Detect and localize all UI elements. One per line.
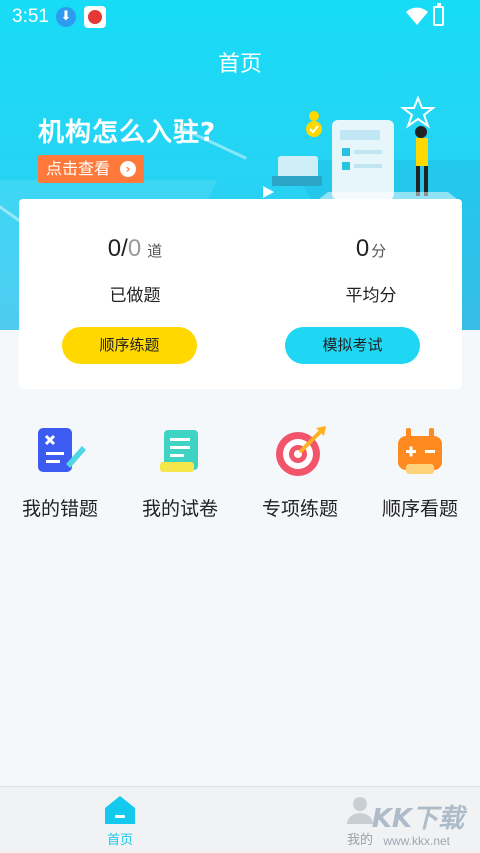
star-outline-icon: [400, 95, 436, 129]
order-practice-button[interactable]: 顺序练题: [62, 327, 197, 364]
person-illustration: [416, 138, 428, 166]
average-value: 0: [355, 235, 370, 262]
done-unit: 道: [147, 243, 163, 260]
banner-button-label: 点击查看: [46, 159, 111, 178]
watermark-url: www.kkx.net: [383, 834, 450, 848]
wrong-questions-icon: [38, 428, 86, 472]
target-icon: [276, 426, 326, 476]
watermark-text: KK下载: [371, 804, 464, 834]
home-icon: [105, 796, 135, 824]
feature-special-practice[interactable]: 专项练题: [240, 420, 360, 521]
download-icon: ⬇: [56, 7, 76, 27]
check-badge-icon: [306, 121, 322, 137]
banner-title[interactable]: 机构怎么入驻?: [38, 112, 216, 149]
status-time: 3:51: [12, 6, 49, 27]
chevron-right-icon: ›: [120, 161, 137, 177]
feature-label: 顺序看题: [381, 498, 458, 520]
banner-illustration: [263, 95, 458, 200]
wifi-icon: [406, 7, 428, 25]
app-notification-icon: [84, 6, 106, 28]
average-score: 0分: [291, 235, 451, 263]
stat-average: 0分 平均分: [291, 235, 451, 306]
separator: /: [121, 235, 128, 262]
feature-label: 我的错题: [21, 498, 98, 520]
average-label: 平均分: [345, 286, 397, 306]
tab-label: 首页: [106, 833, 133, 848]
mock-exam-button[interactable]: 模拟考试: [285, 327, 420, 364]
battery-icon: [433, 3, 444, 26]
status-bar: 3:51 ⬇: [0, 0, 480, 34]
banner-view-button[interactable]: 点击查看 ›: [38, 155, 145, 183]
stat-done: 0/0 道 已做题: [55, 235, 215, 306]
stats-card: 0/0 道 已做题 0分 平均分 顺序练题 模拟考试: [19, 199, 462, 389]
page-title: 首页: [217, 52, 262, 77]
feature-my-papers[interactable]: 我的试卷: [120, 420, 240, 521]
decor-dot: [309, 111, 319, 121]
watermark: KK下载 www.kkx.net: [358, 796, 476, 851]
total-value: 0: [127, 235, 142, 262]
feature-sequential-view[interactable]: 顺序看题: [360, 420, 480, 521]
done-label: 已做题: [109, 286, 161, 306]
done-count: 0/0 道: [55, 235, 215, 263]
my-papers-icon: [160, 430, 198, 472]
feature-grid: 我的错题 我的试卷 专项练题 顺序看题: [0, 420, 480, 520]
feature-label: 专项练题: [261, 498, 338, 520]
tab-home[interactable]: 首页: [60, 795, 180, 848]
feature-label: 我的试卷: [141, 498, 218, 520]
game-controller-icon: [398, 428, 442, 474]
feature-wrong-questions[interactable]: 我的错题: [0, 420, 120, 521]
done-value: 0: [107, 235, 122, 262]
average-unit: 分: [371, 243, 387, 260]
